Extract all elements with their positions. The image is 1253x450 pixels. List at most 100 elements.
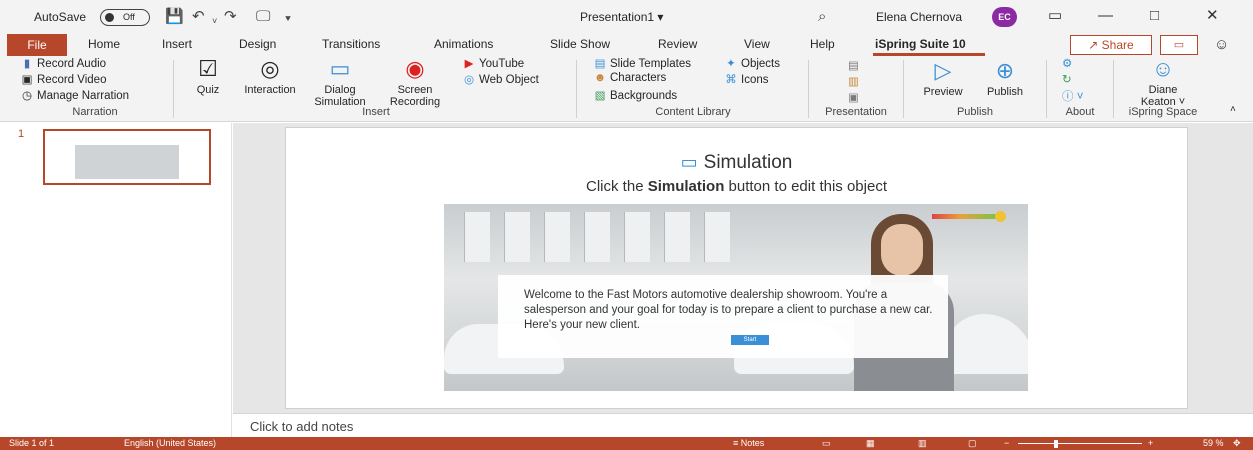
tab-insert[interactable]: Insert	[162, 37, 192, 51]
minimize-icon[interactable]: —	[1098, 8, 1113, 24]
showroom-window	[704, 212, 730, 262]
group-separator	[808, 60, 809, 118]
save-icon[interactable]: 💾	[165, 9, 184, 25]
group-label-publish: Publish	[956, 106, 994, 118]
language-indicator[interactable]: English (United States)	[124, 438, 216, 449]
group-label-about: About	[1065, 106, 1095, 118]
tab-home[interactable]: Home	[88, 37, 120, 51]
tab-help[interactable]: Help	[810, 37, 835, 51]
share-label: Share	[1101, 38, 1134, 52]
group-separator	[1113, 60, 1114, 118]
tab-animations[interactable]: Animations	[434, 37, 493, 51]
tab-transitions[interactable]: Transitions	[322, 37, 380, 51]
screen-recording-icon: ◉	[405, 56, 425, 81]
share-icon: ↗	[1088, 38, 1102, 52]
tab-view[interactable]: View	[744, 37, 770, 51]
dialog-simulation-button[interactable]: ▭ Dialog Simulation	[310, 56, 370, 108]
undo-dropdown-icon[interactable]: ˅	[212, 13, 217, 29]
presentation-properties-icon[interactable]: ▥	[848, 74, 859, 88]
manage-narration-button[interactable]: ◷ Manage Narration	[20, 88, 129, 102]
group-label-presentation: Presentation	[825, 106, 887, 118]
web-object-button[interactable]: ◎ Web Object	[462, 72, 539, 86]
tab-file[interactable]: File	[7, 34, 67, 56]
tab-slide-show[interactable]: Slide Show	[550, 37, 610, 51]
slide-templates-label: Slide Templates	[610, 58, 691, 70]
avatar[interactable]: EC	[992, 7, 1017, 27]
slide-number: 1	[18, 128, 25, 140]
autosave-toggle[interactable]: Off	[100, 9, 150, 26]
characters-button[interactable]: ☻ Characters	[593, 72, 666, 84]
slide-thumbnail[interactable]	[43, 129, 211, 185]
slideshow-icon[interactable]: ▢	[968, 438, 977, 449]
document-title[interactable]: Presentation1 ▾	[580, 10, 663, 24]
slide[interactable]: ▭ Simulation Click the Simulation button …	[285, 127, 1188, 409]
redo-icon[interactable]: ↷	[224, 9, 237, 25]
update-icon[interactable]: ↻	[1062, 72, 1072, 86]
publish-label: Publish	[986, 86, 1024, 98]
help-icon[interactable]: ⓘ ˅	[1062, 88, 1083, 104]
screen-recording-button[interactable]: ◉ Screen Recording	[382, 56, 448, 108]
ispring-user-label-1: Diane	[1148, 84, 1178, 96]
customize-icon[interactable]: ⯆	[284, 12, 292, 28]
showroom-window	[584, 212, 610, 262]
reading-view-icon[interactable]: ▥	[918, 438, 927, 449]
icons-label: Icons	[741, 74, 769, 86]
presentation-settings-icon[interactable]: ▤	[848, 58, 859, 72]
maximize-icon[interactable]: □	[1150, 8, 1159, 24]
objects-button[interactable]: ✦ Objects	[724, 56, 780, 70]
showroom-window	[464, 212, 490, 262]
record-audio-button[interactable]: ▮ Record Audio	[20, 56, 106, 70]
share-button[interactable]: ↗ Share	[1070, 35, 1152, 55]
normal-view-icon[interactable]: ▭	[822, 438, 831, 449]
search-icon[interactable]: ⌕	[818, 9, 826, 25]
notes-placeholder[interactable]: Click to add notes	[250, 419, 353, 434]
ispring-space-account-button[interactable]: ☺ Diane Keaton ˅	[1130, 56, 1196, 108]
icons-button[interactable]: ⌘ Icons	[724, 72, 769, 86]
feedback-icon[interactable]: ☺	[1214, 36, 1229, 53]
showroom-window	[504, 212, 530, 262]
zoom-slider-handle[interactable]	[1054, 440, 1058, 448]
objects-icon: ✦	[726, 58, 736, 70]
youtube-button[interactable]: ▶ YouTube	[462, 56, 525, 70]
record-video-button[interactable]: ▣ Record Video	[20, 72, 107, 86]
close-icon[interactable]: ✕	[1206, 8, 1219, 24]
backgrounds-button[interactable]: ▧ Backgrounds	[593, 88, 678, 102]
slide-templates-button[interactable]: ▤ Slide Templates	[593, 56, 691, 70]
tab-design[interactable]: Design	[239, 37, 276, 51]
preview-button[interactable]: ▷ Preview	[916, 58, 970, 98]
ribbon-tabs: File Home Insert Design Transitions Anim…	[0, 34, 1253, 56]
presentation-resources-icon[interactable]: ▣	[848, 90, 859, 104]
publish-button[interactable]: ⊕ Publish	[978, 58, 1032, 98]
notes-toggle[interactable]: ≡ Notes	[733, 438, 764, 449]
simulation-preview-image[interactable]: Welcome to the Fast Motors automotive de…	[444, 204, 1028, 391]
zoom-slider[interactable]	[1018, 443, 1142, 444]
tab-ispring-suite[interactable]: iSpring Suite 10	[875, 37, 966, 51]
group-label-insert: Insert	[362, 106, 390, 118]
quiz-button[interactable]: ☑ Quiz	[188, 56, 228, 96]
zoom-level[interactable]: 59 %	[1203, 438, 1224, 449]
record-video-label: Record Video	[37, 74, 107, 86]
simulation-icon: ▭	[680, 152, 698, 172]
collapse-ribbon-icon[interactable]: ˄	[1230, 104, 1236, 115]
undo-icon[interactable]: ↶	[192, 9, 205, 25]
notes-pane[interactable]: Click to add notes	[233, 413, 1253, 437]
interaction-button[interactable]: ◎ Interaction	[234, 56, 306, 96]
interaction-label: Interaction	[244, 84, 296, 96]
comments-button[interactable]: ▭	[1160, 35, 1198, 55]
dialog-icon: ▭	[329, 56, 351, 81]
instruction-text-before: Click the	[586, 178, 648, 195]
screen-recording-label-1: Screen	[397, 84, 433, 96]
present-icon[interactable]: 🖵	[256, 9, 270, 25]
fit-to-window-icon[interactable]: ✥	[1233, 438, 1241, 449]
simulation-dialog: Welcome to the Fast Motors automotive de…	[498, 275, 948, 358]
user-name[interactable]: Elena Chernova	[876, 10, 962, 24]
zoom-out-icon[interactable]: −	[1004, 438, 1009, 449]
zoom-in-icon[interactable]: +	[1148, 438, 1153, 449]
slide-sorter-icon[interactable]: ▦	[866, 438, 875, 449]
publish-globe-icon: ⊕	[995, 58, 1015, 83]
backgrounds-icon: ▧	[594, 90, 606, 102]
ribbon-display-icon[interactable]: ▭	[1048, 8, 1062, 24]
tab-review[interactable]: Review	[658, 37, 697, 51]
settings-icon[interactable]: ⚙	[1062, 56, 1072, 70]
start-button[interactable]: Start	[731, 335, 769, 345]
